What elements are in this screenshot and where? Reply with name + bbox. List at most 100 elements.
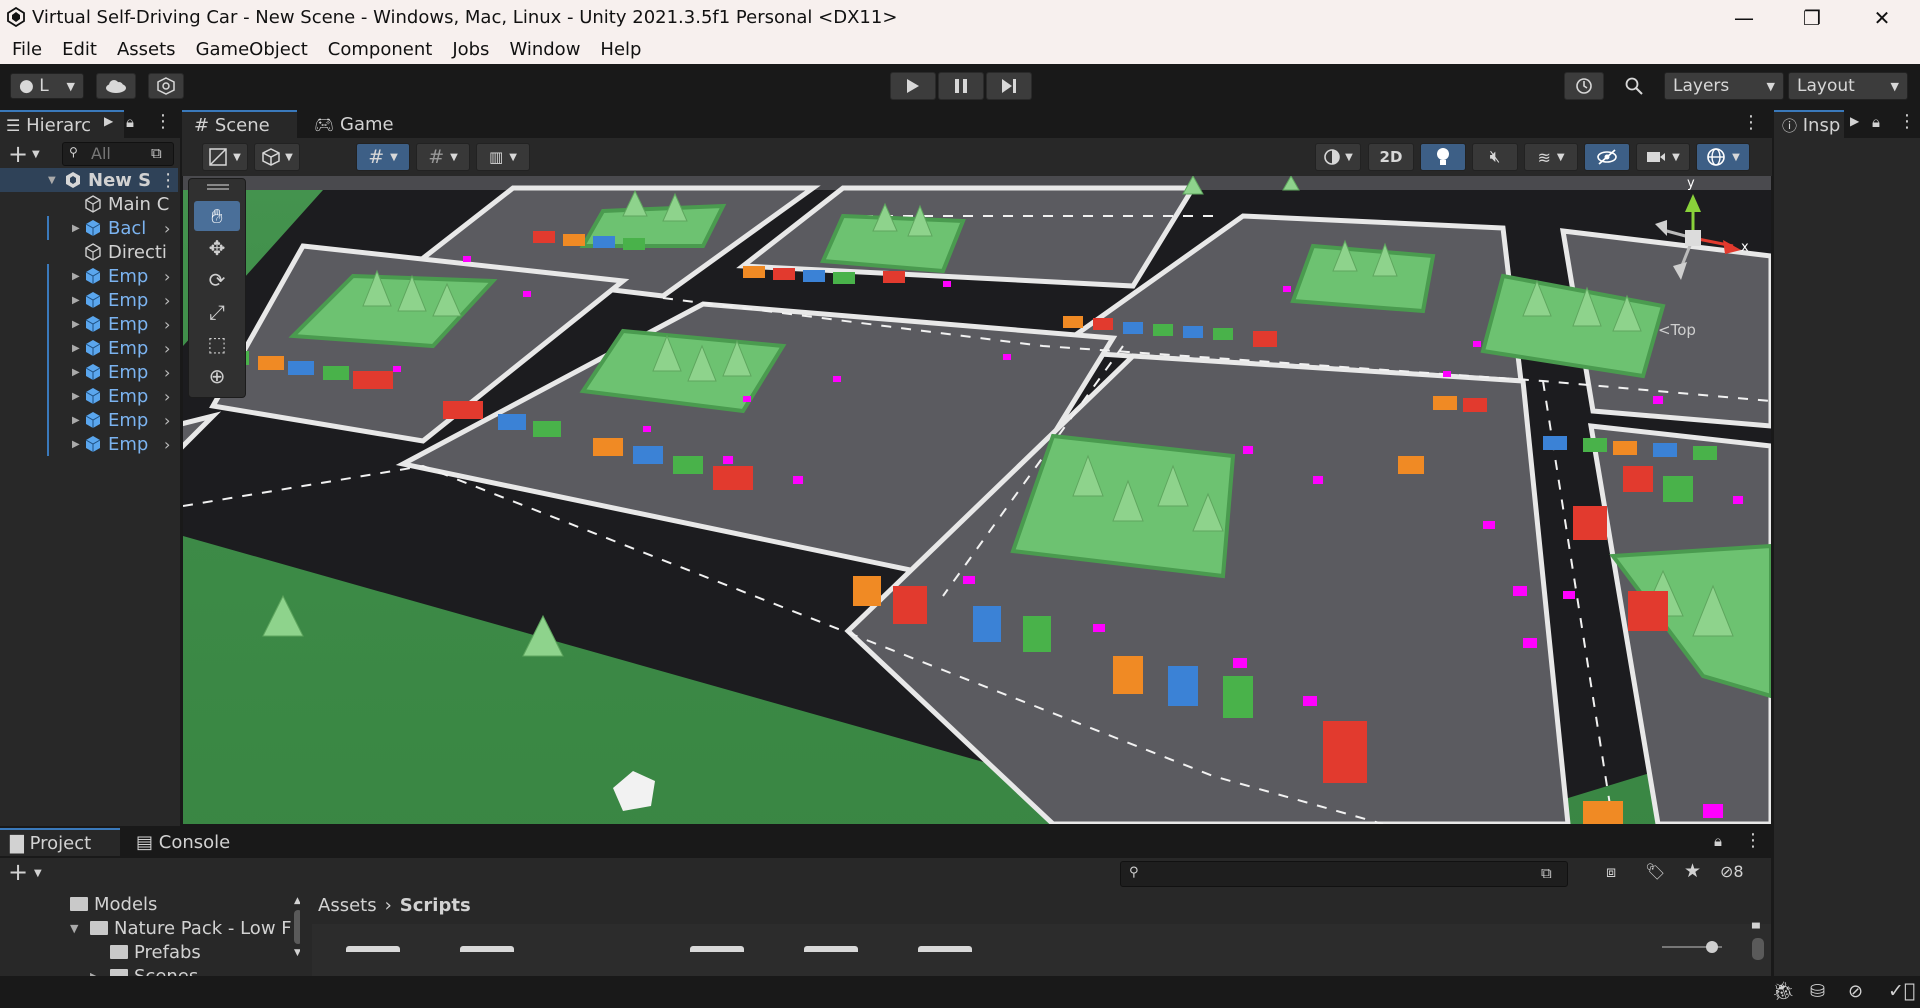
scroll-up-icon[interactable]: ▀ (1752, 924, 1760, 935)
create-button[interactable]: + (8, 858, 28, 886)
collab-button[interactable] (148, 73, 184, 99)
tab-scene[interactable]: # Scene (182, 110, 297, 138)
menu-assets[interactable]: Assets (107, 36, 186, 64)
lock-icon[interactable]: 🔒︎ (1714, 832, 1722, 850)
chevron-down-icon[interactable]: ▼ (34, 868, 42, 879)
chevron-right-icon[interactable]: ▶ (104, 114, 113, 128)
rotate-tool-button[interactable]: ⟳ (194, 265, 240, 295)
expand-arrow-icon[interactable]: ▶ (72, 223, 84, 234)
script-asset-icon[interactable] (460, 946, 514, 952)
scene-visibility-toggle[interactable] (1584, 143, 1630, 171)
history-button[interactable] (1564, 72, 1604, 100)
close-button[interactable]: ✕ (1852, 0, 1912, 36)
icon-size-slider[interactable] (1662, 941, 1722, 953)
pause-button[interactable] (938, 72, 984, 100)
menu-jobs[interactable]: Jobs (442, 36, 499, 64)
expand-arrow-icon[interactable]: ▶ (72, 391, 84, 402)
filter-by-type-icon[interactable]: ⧈ (1606, 862, 1616, 882)
step-button[interactable] (986, 72, 1032, 100)
grid-visibility-button[interactable]: # ▼ (416, 143, 470, 171)
hierarchy-item[interactable]: ▶ Emp › (0, 384, 178, 408)
search-filter-icon[interactable]: ⧉ (151, 144, 162, 162)
debug-bug-icon[interactable]: 🐞︎ (1772, 981, 1795, 1002)
drag-handle[interactable] (207, 184, 229, 186)
hierarchy-item[interactable]: ▶ Emp › (0, 336, 178, 360)
chevron-right-icon[interactable]: › (164, 315, 170, 334)
play-button[interactable] (890, 72, 936, 100)
global-illumination-button[interactable]: ▼ (1315, 143, 1361, 171)
script-asset-icon[interactable] (804, 946, 858, 952)
grid-scrollbar-thumb[interactable] (1752, 938, 1764, 960)
folder-tree-item[interactable]: Models (0, 892, 292, 916)
hierarchy-item[interactable]: ▶ Emp › (0, 288, 178, 312)
project-search-input[interactable]: ⚲ ⧉ (1120, 861, 1568, 887)
layers-dropdown[interactable]: Layers ▼ (1664, 72, 1784, 100)
hierarchy-item[interactable]: Main C (0, 192, 178, 216)
chevron-right-icon[interactable]: › (164, 219, 170, 238)
kebab-menu-icon[interactable]: ⋮ (1742, 112, 1760, 133)
grid-snap-button[interactable]: # ▼ (356, 143, 410, 171)
chevron-right-icon[interactable]: › (164, 291, 170, 310)
hierarchy-item[interactable]: ▶ Emp › (0, 264, 178, 288)
slider-handle[interactable] (1706, 941, 1718, 953)
menu-file[interactable]: File (2, 36, 52, 64)
hierarchy-item[interactable]: ▶ Emp › (0, 360, 178, 384)
breadcrumb-assets[interactable]: Assets (318, 895, 377, 916)
expand-arrow-icon[interactable]: ▶ (72, 295, 84, 306)
cloud-button[interactable] (96, 73, 136, 99)
kebab-menu-icon[interactable]: ⋮ (154, 111, 172, 132)
menu-help[interactable]: Help (590, 36, 651, 64)
tab-game[interactable]: 🎮︎ Game (302, 110, 406, 138)
hierarchy-item[interactable]: ▶ Emp › (0, 312, 178, 336)
transform-tool-button[interactable]: ⊕ (194, 361, 240, 391)
chevron-down-icon[interactable]: ▼ (32, 149, 40, 160)
orientation-gizmo[interactable]: y x (1633, 176, 1753, 290)
draw-mode-button[interactable]: ▼ (202, 143, 248, 171)
menu-component[interactable]: Component (318, 36, 443, 64)
audio-toggle[interactable]: 🔇︎ (1472, 143, 1518, 171)
chevron-right-icon[interactable]: ▶ (1850, 114, 1859, 128)
folder-tree-item[interactable]: Prefabs (0, 940, 292, 964)
hierarchy-item[interactable]: ▶ Emp › (0, 432, 178, 456)
lighting-toggle[interactable] (1420, 143, 1466, 171)
expand-arrow-icon[interactable]: ▶ (72, 343, 84, 354)
expand-arrow-icon[interactable]: ▼ (48, 175, 60, 186)
tab-inspector[interactable]: ⓘ Insp (1774, 110, 1844, 138)
tab-console[interactable]: ▤ Console (124, 828, 242, 856)
rect-tool-button[interactable]: ⬚ (194, 329, 240, 359)
kebab-menu-icon[interactable]: ⋮ (1898, 111, 1916, 132)
menu-window[interactable]: Window (499, 36, 590, 64)
chevron-right-icon[interactable]: › (164, 435, 170, 454)
menu-edit[interactable]: Edit (52, 36, 107, 64)
search-button[interactable] (1614, 72, 1654, 100)
hidden-packages-toggle[interactable]: ⊘ 8 (1720, 862, 1744, 881)
folder-tree-item[interactable]: ▼ Nature Pack - Low F (0, 916, 292, 940)
hand-tool-button[interactable]: ✋︎ (194, 201, 240, 231)
increment-snap-button[interactable]: ▥ ▼ (476, 143, 530, 171)
search-filter-icon[interactable]: ⧉ (1541, 864, 1552, 882)
chevron-right-icon[interactable]: › (164, 267, 170, 286)
move-tool-button[interactable]: ✥ (194, 233, 240, 263)
gizmo-view-label[interactable]: <Top (1658, 321, 1696, 339)
progress-check-icon[interactable]: ✓⃝ (1888, 980, 1915, 1002)
scale-tool-button[interactable]: ⤢ (194, 297, 240, 327)
hierarchy-item[interactable]: ▶ Bacl › (0, 216, 178, 240)
gizmos-button[interactable]: ▼ (1696, 143, 1750, 171)
drag-handle[interactable] (207, 188, 229, 190)
filter-by-label-icon[interactable]: 🏷︎ (1645, 862, 1665, 881)
effects-toggle[interactable]: ≋ ▼ (1524, 143, 1578, 171)
asset-grid[interactable]: ▀ (312, 924, 1771, 976)
mode-2d-button[interactable]: 2D (1368, 143, 1414, 171)
add-button[interactable]: + (8, 140, 28, 168)
camera-settings-button[interactable]: ▼ (1636, 143, 1690, 171)
expand-arrow-icon[interactable]: ▶ (72, 415, 84, 426)
lock-icon[interactable]: 🔒︎ (1872, 113, 1880, 131)
tab-project[interactable]: ▇ Project (0, 828, 120, 856)
minimize-button[interactable]: — (1714, 0, 1774, 36)
favorite-star-icon[interactable]: ★ (1684, 860, 1701, 882)
kebab-menu-icon[interactable]: ⋮ (159, 170, 177, 191)
chevron-right-icon[interactable]: › (164, 387, 170, 406)
script-asset-icon[interactable] (346, 946, 400, 952)
menu-gameobject[interactable]: GameObject (186, 36, 318, 64)
expand-arrow-icon[interactable]: ▶ (72, 319, 84, 330)
